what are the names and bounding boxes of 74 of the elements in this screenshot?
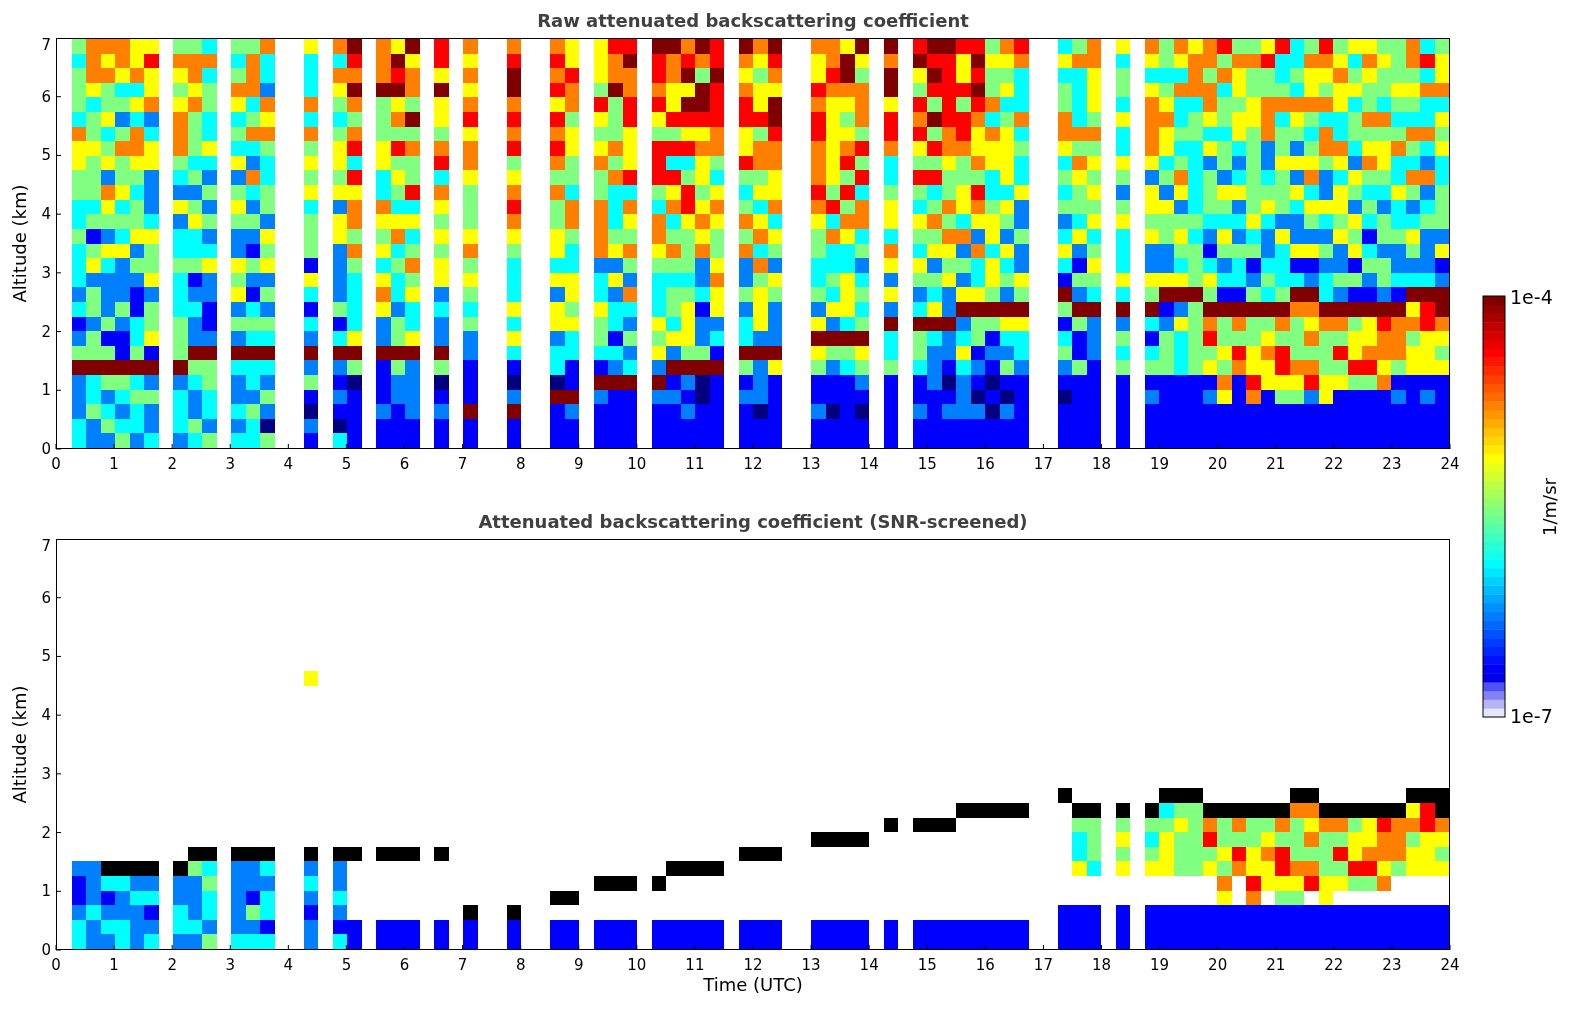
tick-label: 24: [1440, 455, 1460, 473]
tick-label: 6: [41, 588, 51, 607]
tick-label: 6: [399, 956, 410, 974]
tick-label: 9: [574, 956, 584, 974]
axis-label: Time (UTC): [702, 974, 804, 995]
tick-label: 14: [859, 956, 879, 974]
tick-label: 8: [515, 956, 526, 974]
tick-label: 5: [341, 455, 352, 473]
tick-label: 21: [1266, 455, 1286, 473]
tick-label: 1: [109, 455, 119, 473]
tick-label: 16: [975, 956, 995, 974]
tick-label: 2: [41, 322, 51, 341]
tick-label: 6: [41, 87, 51, 106]
tick-label: 13: [801, 455, 821, 473]
tick-label: 2: [167, 956, 177, 974]
tick-label: 10: [627, 455, 647, 473]
tick-label: 18: [1091, 455, 1112, 473]
tick-label: 2: [167, 455, 177, 473]
tick-label: 6: [399, 455, 410, 473]
tick-label: 17: [1033, 956, 1053, 974]
tick-label: 24: [1440, 956, 1460, 974]
tick-label: 1: [109, 956, 119, 974]
tick-label: 3: [225, 956, 235, 974]
axis-label: Altitude (km): [8, 685, 30, 804]
chart-title: Raw attenuated backscattering coefficient: [536, 9, 970, 33]
colorbar-label: 1/m/sr: [1539, 478, 1560, 536]
tick-label: 0: [51, 956, 61, 974]
tick-label: 19: [1150, 455, 1170, 473]
tick-label: 3: [225, 455, 235, 473]
tick-label: 16: [975, 455, 995, 473]
tick-label: 0: [41, 941, 51, 959]
tick-label: 13: [801, 956, 821, 974]
tick-label: 12: [743, 956, 763, 974]
tick-label: 8: [515, 455, 526, 473]
tick-label: 9: [574, 455, 584, 473]
tick-label: 0: [51, 455, 61, 473]
tick-label: 20: [1208, 956, 1228, 974]
tick-label: 7: [41, 38, 51, 54]
tick-label: 1: [41, 882, 51, 901]
tick-label: 3: [41, 764, 51, 783]
tick-label: 7: [457, 956, 468, 974]
tick-label: 2: [41, 823, 51, 842]
tick-label: 23: [1382, 956, 1402, 974]
tick-label: 23: [1382, 455, 1402, 473]
tick-label: 4: [283, 956, 294, 974]
tick-label: 4: [41, 706, 51, 725]
colorbar-max-label: 1e-4: [1510, 286, 1553, 308]
tick-label: 10: [627, 956, 647, 974]
tick-label: 11: [685, 455, 705, 473]
tick-label: 5: [41, 647, 51, 666]
tick-label: 22: [1324, 956, 1344, 974]
tick-label: 17: [1033, 455, 1053, 473]
tick-label: 7: [457, 455, 468, 473]
tick-label: 5: [41, 146, 51, 165]
tick-label: 14: [859, 455, 879, 473]
tick-label: 20: [1208, 455, 1228, 473]
tick-label: 4: [283, 455, 294, 473]
tick-label: 22: [1324, 455, 1344, 473]
tick-label: 15: [917, 956, 937, 974]
tick-label: 4: [41, 205, 51, 224]
tick-label: 3: [41, 263, 51, 282]
tick-label: 11: [685, 956, 705, 974]
tick-label: 21: [1266, 956, 1286, 974]
tick-label: 18: [1091, 956, 1112, 974]
chart-title: Attenuated backscattering coefficient (SNR-screened): [477, 510, 1029, 534]
tick-label: 5: [341, 956, 352, 974]
tick-label: 1: [41, 381, 51, 400]
tick-label: 0: [41, 440, 51, 458]
axis-label: Altitude (km): [8, 184, 30, 303]
tick-label: 12: [743, 455, 763, 473]
colorbar-min-label: 1e-7: [1510, 705, 1553, 727]
tick-label: 19: [1150, 956, 1170, 974]
tick-label: 7: [41, 539, 51, 555]
tick-label: 15: [917, 455, 937, 473]
